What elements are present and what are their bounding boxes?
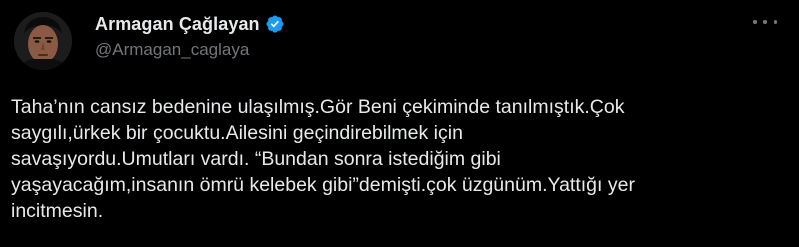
more-options-button[interactable] [753, 14, 777, 30]
profile-photo-icon [14, 12, 72, 70]
more-horizontal-icon [773, 20, 777, 24]
more-horizontal-icon [763, 20, 767, 24]
verified-badge-icon [266, 15, 284, 33]
tweet-header: Armagan Çağlayan @Armagan_caglaya [95, 13, 285, 60]
tweet-text: Taha’nın cansız bedenine ulaşılmış.Gör B… [11, 96, 635, 222]
tweet-card: Armagan Çağlayan @Armagan_caglaya Taha’n… [0, 0, 799, 247]
display-name[interactable]: Armagan Çağlayan [95, 14, 260, 35]
name-row: Armagan Çağlayan [95, 13, 285, 35]
avatar[interactable] [14, 12, 72, 70]
more-horizontal-icon [753, 20, 757, 24]
user-handle[interactable]: @Armagan_caglaya [95, 40, 285, 60]
